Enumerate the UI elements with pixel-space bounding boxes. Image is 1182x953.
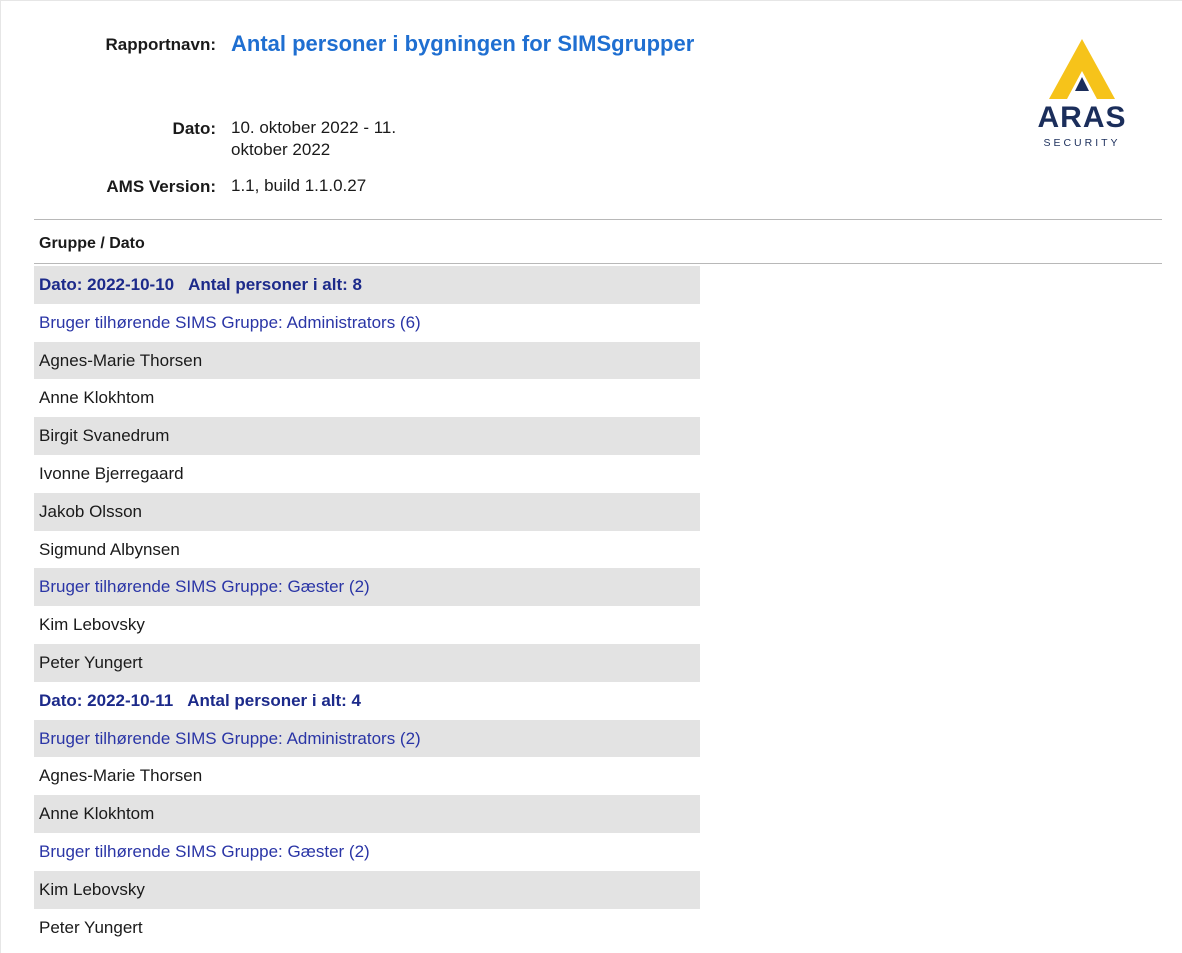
ams-version-value: 1.1, build 1.1.0.27 <box>231 176 367 195</box>
person-row: Kim Lebovsky <box>34 870 700 909</box>
person-row: Ivonne Bjerregaard <box>39 463 184 483</box>
report-rows: Dato: 2022-10-10 Antal personer i alt: 8 B… <box>34 266 700 946</box>
person-row: Kim Lebovsky <box>39 615 145 635</box>
date-range-line-2: oktober 2022 <box>231 140 331 159</box>
header-divider-bottom <box>34 263 1162 264</box>
person-row: Anne Klokhtom <box>39 388 155 408</box>
column-header-gruppe-dato: Gruppe / Dato <box>39 235 145 252</box>
aras-security-logo: ARAS SECURITY <box>1023 37 1141 149</box>
person-row: Jakob Olsson <box>34 492 700 531</box>
logo-triangle-icon <box>1049 39 1115 99</box>
report-title: Antal personer i bygningen for SIMSgrupp… <box>231 31 695 56</box>
header-divider-top <box>34 219 1162 220</box>
person-row: Agnes-Marie Thorsen <box>39 766 203 786</box>
date-range: 10. oktober 2022 - 11. oktober 2022 <box>231 117 396 161</box>
date-summary-date: Dato: 2022-10-11 <box>39 690 174 710</box>
person-row: Peter Yungert <box>34 643 700 682</box>
group-header-row: Bruger tilhørende SIMS Gruppe: Administr… <box>34 719 700 758</box>
ams-version-label: AMS Version: <box>106 177 216 196</box>
report-page: Rapportnavn: Antal personer i bygningen … <box>0 0 1182 953</box>
person-row: Anne Klokhtom <box>34 795 700 833</box>
person-row: Agnes-Marie Thorsen <box>34 341 700 380</box>
date-summary-count: Antal personer i alt: 8 <box>188 275 362 294</box>
person-row: Sigmund Albynsen <box>39 539 180 559</box>
person-row: Peter Yungert <box>39 917 143 937</box>
date-summary-count: Antal personer i alt: 4 <box>187 690 362 710</box>
date-label: Dato: <box>172 119 216 138</box>
date-summary-date: Dato: 2022-10-10 <box>39 275 175 294</box>
logo-wordmark: ARAS <box>1037 101 1127 134</box>
group-header-row: Bruger tilhørende SIMS Gruppe: Gæster (2… <box>39 841 370 861</box>
group-header-row: Bruger tilhørende SIMS Gruppe: Gæster (2… <box>34 568 700 607</box>
report-name-label: Rapportnavn: <box>105 35 217 54</box>
group-header-row: Bruger tilhørende SIMS Gruppe: Administr… <box>39 312 421 332</box>
date-summary-row: Dato: 2022-10-11 Antal personer i alt: 4 <box>34 682 700 720</box>
person-row: Birgit Svanedrum <box>34 417 700 455</box>
date-range-line-1: 10. oktober 2022 - 11. <box>231 118 397 137</box>
logo-subtitle: SECURITY <box>1043 137 1121 149</box>
date-summary-row: Dato: 2022-10-10 Antal personer i alt: 8 <box>34 266 700 304</box>
